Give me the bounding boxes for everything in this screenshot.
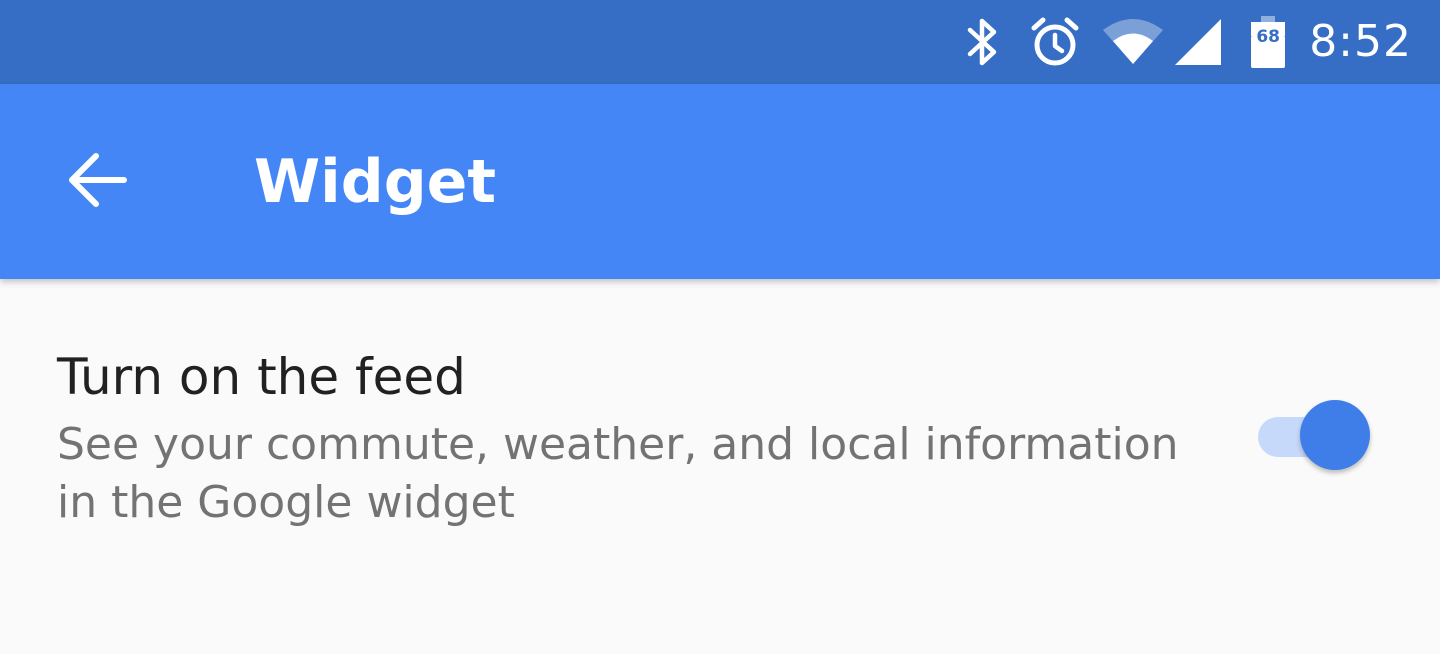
page-title: Widget [254, 147, 497, 217]
feed-toggle-switch[interactable] [1254, 400, 1374, 472]
status-clock: 8:52 [1309, 16, 1412, 67]
feed-setting-summary: See your commute, weather, and local inf… [57, 419, 1179, 528]
toggle-thumb [1300, 400, 1370, 470]
alarm-icon [1029, 16, 1081, 68]
status-bar: 68 8:52 [0, 0, 1440, 84]
wifi-icon [1101, 16, 1165, 68]
screen: 68 8:52 Widget Turn on the feed See your… [0, 0, 1440, 654]
feed-setting-row[interactable]: Turn on the feed See your commute, weath… [0, 290, 1440, 570]
arrow-back-icon [66, 152, 130, 212]
app-bar: Widget [0, 84, 1440, 279]
back-button[interactable] [44, 128, 152, 236]
bluetooth-icon [963, 14, 1003, 70]
battery-icon: 68 [1249, 14, 1287, 70]
status-icons: 68 8:52 [963, 0, 1412, 84]
battery-level: 68 [1256, 27, 1281, 47]
feed-setting-title: Turn on the feed [57, 348, 466, 406]
cell-signal-icon [1173, 17, 1223, 67]
